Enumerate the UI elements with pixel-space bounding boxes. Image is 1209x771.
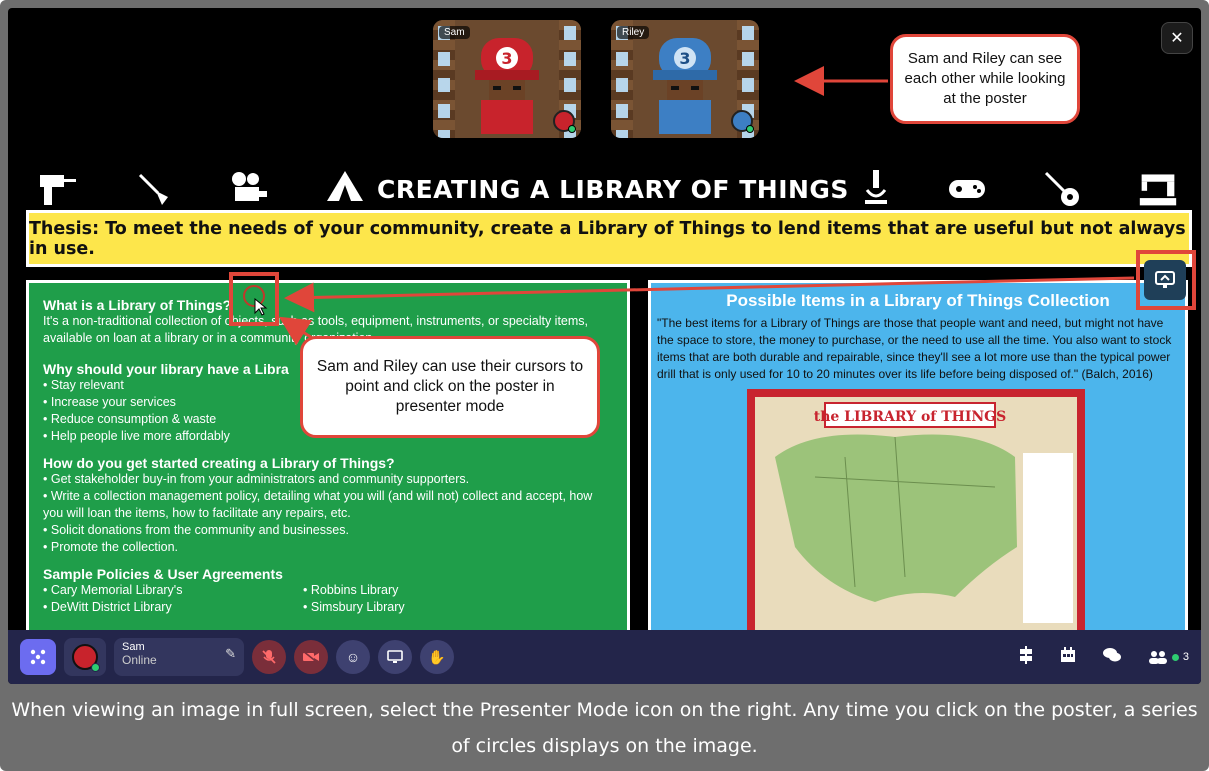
caption-text: When viewing an image in full screen, se… [11, 698, 1198, 757]
caption: When viewing an image in full screen, se… [0, 684, 1209, 771]
bottom-toolbar: Sam Online ✎ ☺ ✋ 3 [8, 630, 1201, 684]
pencil-icon[interactable]: ✎ [225, 646, 236, 662]
screenshot-frame: 3 Sam 3 Riley ✕ Sam and Riley can see ea… [0, 0, 1209, 771]
online-indicator [1171, 653, 1179, 661]
annotation-arrows [278, 66, 1135, 350]
participants-button[interactable]: 3 [1148, 650, 1189, 664]
camera-toggle-button[interactable] [294, 640, 328, 674]
emoji-button[interactable]: ☺ [336, 640, 370, 674]
self-avatar-button[interactable] [64, 638, 106, 676]
signpost-button[interactable] [1018, 646, 1034, 668]
user-name: Sam [122, 641, 145, 653]
raise-hand-button[interactable]: ✋ [420, 640, 454, 674]
callout-text: Sam and Riley can use their cursors to p… [316, 358, 584, 415]
callout-cursors: Sam and Riley can use their cursors to p… [300, 336, 600, 438]
user-status: Online [122, 653, 157, 667]
participant-count: 3 [1182, 651, 1189, 663]
mic-off-icon [262, 650, 276, 664]
apps-button[interactable] [20, 639, 56, 675]
monitor-icon [387, 650, 403, 663]
fullscreen-viewer: 3 Sam 3 Riley ✕ Sam and Riley can see ea… [8, 8, 1201, 684]
apps-icon [30, 649, 46, 665]
smile-icon: ☺ [345, 649, 361, 665]
people-icon [1148, 651, 1167, 664]
camera-off-icon [302, 650, 319, 664]
chat-icon [1102, 648, 1121, 662]
hand-icon: ✋ [428, 648, 446, 665]
avatar [72, 644, 100, 672]
chat-button[interactable] [1102, 647, 1122, 667]
signpost-icon [1019, 646, 1032, 664]
calendar-icon [1060, 647, 1075, 662]
toolbar-right-group: 3 [1018, 646, 1189, 668]
screen-share-button[interactable] [378, 640, 412, 674]
mic-toggle-button[interactable] [252, 640, 286, 674]
online-indicator [91, 663, 100, 672]
user-status-card[interactable]: Sam Online ✎ [114, 638, 244, 676]
calendar-button[interactable] [1060, 647, 1076, 667]
